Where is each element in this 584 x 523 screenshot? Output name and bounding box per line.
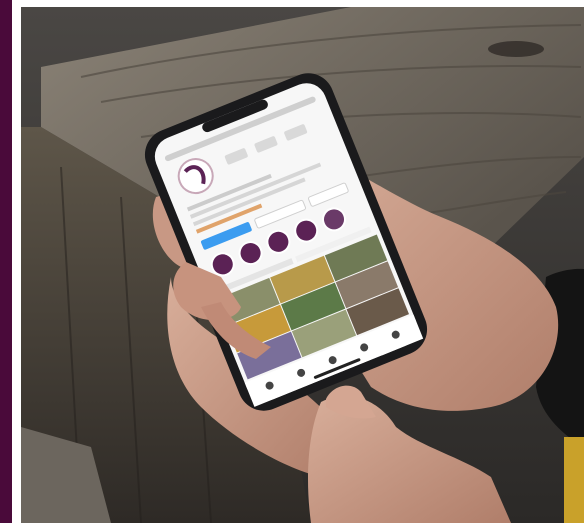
wood-knot	[488, 41, 544, 57]
brand-sidebar-strip	[0, 0, 12, 523]
photo-illustration	[21, 7, 584, 523]
yellow-object	[564, 437, 584, 523]
page	[0, 0, 584, 523]
photo	[21, 7, 584, 523]
